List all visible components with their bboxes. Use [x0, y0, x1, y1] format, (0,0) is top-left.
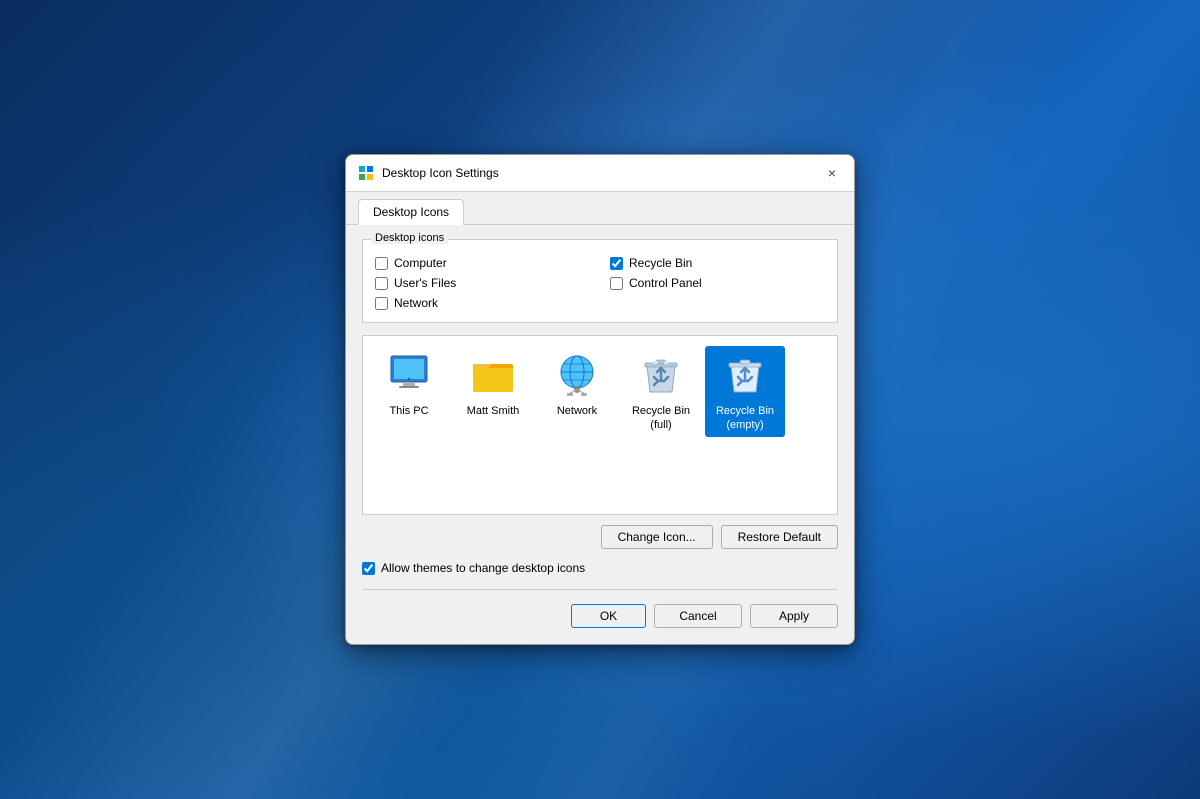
checkbox-control-panel-label: Control Panel — [629, 276, 702, 290]
checkbox-users-files-label: User's Files — [394, 276, 456, 290]
icon-action-buttons: Change Icon... Restore Default — [362, 525, 838, 549]
restore-default-button[interactable]: Restore Default — [721, 525, 838, 549]
title-bar-left: Desktop Icon Settings — [358, 165, 499, 181]
icon-label-network: Network — [557, 404, 597, 418]
checkbox-grid: Computer Recycle Bin User's Files Contro… — [375, 256, 825, 310]
icon-label-this-pc: This PC — [389, 404, 428, 418]
allow-themes-checkbox[interactable]: Allow themes to change desktop icons — [362, 561, 838, 575]
network-icon — [553, 350, 601, 398]
recycle-bin-empty-icon — [721, 350, 769, 398]
dialog-desktop-icon-settings: Desktop Icon Settings × Desktop Icons De… — [345, 154, 855, 645]
allow-themes-label: Allow themes to change desktop icons — [381, 561, 585, 575]
this-pc-icon — [385, 350, 433, 398]
title-bar: Desktop Icon Settings × — [346, 155, 854, 192]
icon-label-recycle-bin-full: Recycle Bin(full) — [632, 404, 690, 433]
footer-buttons: OK Cancel Apply — [362, 600, 838, 630]
checkbox-users-files-input[interactable] — [375, 277, 388, 290]
checkbox-recycle-bin[interactable]: Recycle Bin — [610, 256, 825, 270]
icon-label-matt-smith: Matt Smith — [467, 404, 520, 418]
checkbox-control-panel-input[interactable] — [610, 277, 623, 290]
dialog-content: Desktop icons Computer Recycle Bin User'… — [346, 225, 854, 644]
icon-item-recycle-bin-full[interactable]: Recycle Bin(full) — [621, 346, 701, 437]
matt-smith-icon — [469, 350, 517, 398]
checkbox-users-files[interactable]: User's Files — [375, 276, 590, 290]
checkbox-recycle-bin-input[interactable] — [610, 257, 623, 270]
group-label: Desktop icons — [371, 232, 448, 244]
cancel-button[interactable]: Cancel — [654, 604, 742, 628]
icon-item-recycle-bin-empty[interactable]: Recycle Bin(empty) — [705, 346, 785, 437]
tab-bar: Desktop Icons — [346, 192, 854, 225]
dialog-icon — [358, 165, 374, 181]
checkbox-network-label: Network — [394, 296, 438, 310]
apply-button[interactable]: Apply — [750, 604, 838, 628]
checkbox-network[interactable]: Network — [375, 296, 590, 310]
recycle-bin-full-icon — [637, 350, 685, 398]
change-icon-button[interactable]: Change Icon... — [601, 525, 713, 549]
checkbox-computer[interactable]: Computer — [375, 256, 590, 270]
icon-item-this-pc[interactable]: This PC — [369, 346, 449, 422]
checkbox-recycle-bin-label: Recycle Bin — [629, 256, 692, 270]
checkbox-computer-label: Computer — [394, 256, 447, 270]
close-button[interactable]: × — [822, 163, 842, 183]
icon-item-network[interactable]: Network — [537, 346, 617, 422]
icon-label-recycle-bin-empty: Recycle Bin(empty) — [716, 404, 774, 433]
icon-preview-area: This PC Matt Smith — [362, 335, 838, 515]
checkbox-control-panel[interactable]: Control Panel — [610, 276, 825, 290]
desktop-icons-group: Desktop icons Computer Recycle Bin User'… — [362, 239, 838, 323]
checkbox-network-input[interactable] — [375, 297, 388, 310]
icon-item-matt-smith[interactable]: Matt Smith — [453, 346, 533, 422]
checkbox-computer-input[interactable] — [375, 257, 388, 270]
ok-button[interactable]: OK — [571, 604, 646, 628]
allow-themes-input[interactable] — [362, 562, 375, 575]
tab-desktop-icons[interactable]: Desktop Icons — [358, 199, 464, 225]
dialog-title: Desktop Icon Settings — [382, 166, 499, 180]
footer-divider — [362, 589, 838, 590]
